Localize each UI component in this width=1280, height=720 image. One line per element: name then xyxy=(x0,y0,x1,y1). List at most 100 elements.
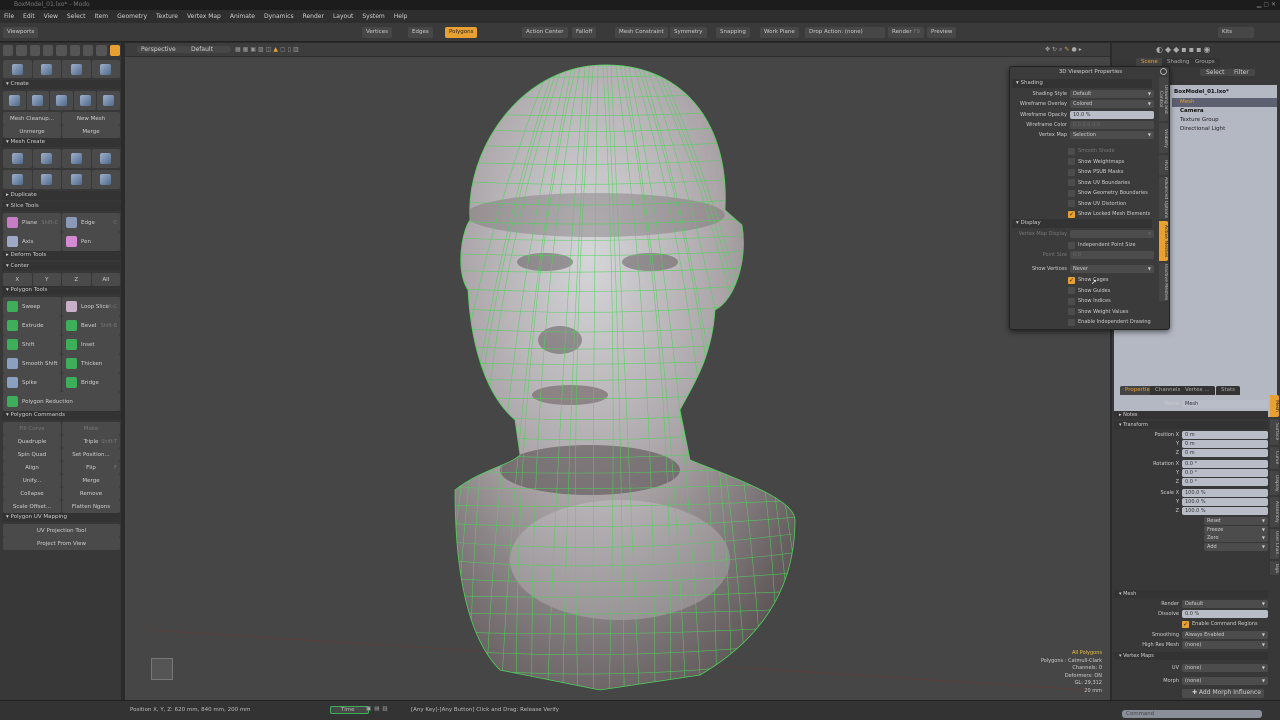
close-icon[interactable] xyxy=(1160,68,1167,75)
add-dropdown[interactable]: Add ▼ xyxy=(1204,542,1268,551)
checkbox-box[interactable] xyxy=(1068,241,1075,249)
kits-button[interactable]: Kits xyxy=(1218,27,1254,38)
tab-hud[interactable]: HUD xyxy=(1159,155,1168,175)
checkbox-show-uv-boundaries[interactable]: Show UV Boundaries xyxy=(1068,179,1130,187)
flatten-ngons-button[interactable]: Flatten Ngons xyxy=(62,500,120,513)
y-input-1[interactable]: 0 m xyxy=(1182,440,1268,448)
bevel-button[interactable]: Bevel Shift-B xyxy=(62,316,120,335)
snapping-button[interactable]: Snapping xyxy=(716,27,750,38)
plane-button[interactable] xyxy=(62,170,91,189)
checkbox-show-weight-values[interactable]: Show Weight Values xyxy=(1068,308,1128,316)
render-select[interactable]: Default ▼ xyxy=(1182,600,1268,608)
extrude-button[interactable]: Extrude xyxy=(3,316,61,335)
pointer-icon[interactable] xyxy=(109,45,120,56)
scale-offset-button[interactable]: Scale Offset... xyxy=(3,500,61,513)
checkbox-box[interactable] xyxy=(1068,200,1075,207)
checkbox-smooth-shade[interactable]: Smooth Shade xyxy=(1068,147,1115,155)
camera-button[interactable] xyxy=(50,91,73,110)
texture-group-item[interactable]: Texture Group xyxy=(1180,117,1219,123)
uv-select[interactable]: (none) ▼ xyxy=(1182,664,1268,672)
light-item[interactable]: Directional Light xyxy=(1180,126,1225,132)
command-input[interactable]: Command xyxy=(1122,710,1262,718)
mesh-cleanup-button[interactable]: Mesh Cleanup... xyxy=(3,112,61,125)
search-icon[interactable] xyxy=(96,45,107,56)
mesh-item-button[interactable] xyxy=(97,91,120,110)
uv-projection-tool-button[interactable]: UV Projection Tool xyxy=(3,524,120,537)
bridge-button[interactable]: Bridge xyxy=(62,373,120,392)
tab-inactive-meshes[interactable]: Inactive Meshes xyxy=(1159,263,1168,301)
menu-animate[interactable]: Animate xyxy=(230,13,255,20)
section-header-duplicate[interactable]: ▸ Duplicate xyxy=(2,191,121,200)
point-size-input[interactable]: 0.0 xyxy=(1070,251,1154,259)
menu-layout[interactable]: Layout xyxy=(333,13,353,20)
checkbox-enable-command-regions[interactable]: ✓ Enable Command Regions xyxy=(1182,620,1258,628)
section-header-mesh-create[interactable]: ▾ Mesh Create xyxy=(2,138,121,147)
menu-view[interactable]: View xyxy=(44,13,58,20)
tab-drawing-and-control[interactable]: Drawing and Control xyxy=(1159,77,1168,121)
checkbox-box[interactable] xyxy=(1068,287,1075,294)
y-input-7[interactable]: 100.0 % xyxy=(1182,498,1268,506)
checkbox-show-weightmaps[interactable]: Show Weightmaps xyxy=(1068,158,1124,166)
menu-help[interactable]: Help xyxy=(394,13,408,20)
smooth-shift-button[interactable]: Smooth Shift xyxy=(3,354,61,373)
remove-button[interactable]: Remove xyxy=(62,487,120,500)
reset-dropdown[interactable]: Reset ▼ xyxy=(1204,517,1268,525)
show-vertices-select[interactable]: Never ▼ xyxy=(1070,265,1154,273)
pen-tool-button[interactable] xyxy=(32,170,61,189)
edges-button[interactable]: Edges xyxy=(408,27,433,38)
camera-item[interactable]: Camera xyxy=(1180,108,1204,114)
tab-display[interactable]: Display xyxy=(1270,471,1279,495)
z-button[interactable]: Z xyxy=(62,273,91,286)
vertex-button[interactable] xyxy=(26,91,50,110)
set-position-button[interactable]: Set Position... xyxy=(62,448,120,461)
tab-groups[interactable]: Groups xyxy=(1190,58,1220,67)
walk-icon[interactable] xyxy=(56,45,67,56)
merge-button[interactable]: Merge xyxy=(62,125,120,138)
x-button[interactable]: X xyxy=(3,273,32,286)
edge-button[interactable]: Edge C xyxy=(62,213,120,232)
smoothing-select[interactable]: Always Enabled ▼ xyxy=(1182,631,1268,639)
y-button[interactable]: Y xyxy=(32,273,61,286)
tab-mesh[interactable]: Mesh xyxy=(1270,395,1279,417)
pen-button[interactable]: Pen xyxy=(62,232,120,251)
menu-select[interactable]: Select xyxy=(67,13,86,20)
tab-surface[interactable]: Surface xyxy=(1270,419,1279,445)
window-controls[interactable]: ▁ ▢ ✕ xyxy=(1257,0,1276,10)
tab-visibility[interactable]: Visibility xyxy=(1159,123,1168,153)
align-button[interactable]: Align xyxy=(3,461,61,474)
tab-curve[interactable]: Curve xyxy=(1270,447,1279,469)
layout-icons[interactable]: ◐◆◆▪▪▪◉ xyxy=(1156,45,1213,54)
vertex-map-select[interactable]: Selection ▼ xyxy=(1070,131,1154,139)
curve-button[interactable] xyxy=(3,170,32,189)
section-header-deform-tools[interactable]: ▸ Deform Tools xyxy=(2,251,121,260)
checkbox-box[interactable] xyxy=(1068,168,1075,176)
checkbox-box[interactable] xyxy=(1068,297,1075,305)
zero-dropdown[interactable]: Zero ▼ xyxy=(1204,534,1268,542)
morph-select[interactable]: (none) ▼ xyxy=(1182,677,1268,685)
work-plane-button[interactable]: Work Plane xyxy=(760,27,799,38)
sphere-button[interactable] xyxy=(62,149,91,168)
checkbox-show-uv-distortion[interactable]: Show UV Distortion xyxy=(1068,200,1126,208)
freeze-dropdown[interactable]: Freeze ▼ xyxy=(1204,525,1268,534)
vertices-button[interactable]: Vertices xyxy=(362,27,392,38)
rotation-x-input-3[interactable]: 0.0 ° xyxy=(1182,460,1268,468)
checkbox-show-cages[interactable]: ✓ Show Cages xyxy=(1068,276,1109,284)
inset-button[interactable]: Inset xyxy=(62,335,120,354)
checkbox-box[interactable] xyxy=(1068,179,1075,186)
menu-geometry[interactable]: Geometry xyxy=(117,13,147,20)
collapse-button[interactable]: Collapse xyxy=(3,487,61,500)
menu-system[interactable]: System xyxy=(362,13,384,20)
viewports-button[interactable]: Viewports xyxy=(3,27,39,38)
3d-viewport[interactable]: Perspective Default ▦▦▣▨◫▲▢▯▥ ✥↻⌕✎●▸ All… xyxy=(125,43,1110,700)
z-input-2[interactable]: 0 m xyxy=(1182,449,1268,457)
time-button[interactable]: Time xyxy=(330,706,370,714)
plane-button[interactable]: Plane Shift-C xyxy=(3,213,61,232)
checkbox-show-psub-masks[interactable]: Show PSUB Masks xyxy=(1068,168,1123,176)
section-header-create[interactable]: ▾ Create xyxy=(2,80,121,89)
z-input-5[interactable]: 0.0 ° xyxy=(1182,478,1268,486)
spike-button[interactable]: Spike xyxy=(3,373,61,392)
checkbox-box[interactable]: ✓ xyxy=(1068,276,1075,284)
tab-assembly[interactable]: Assembly xyxy=(1270,497,1279,527)
action-center-button[interactable]: Action Center xyxy=(522,27,568,38)
section-header-center[interactable]: ▾ Center xyxy=(2,262,121,271)
